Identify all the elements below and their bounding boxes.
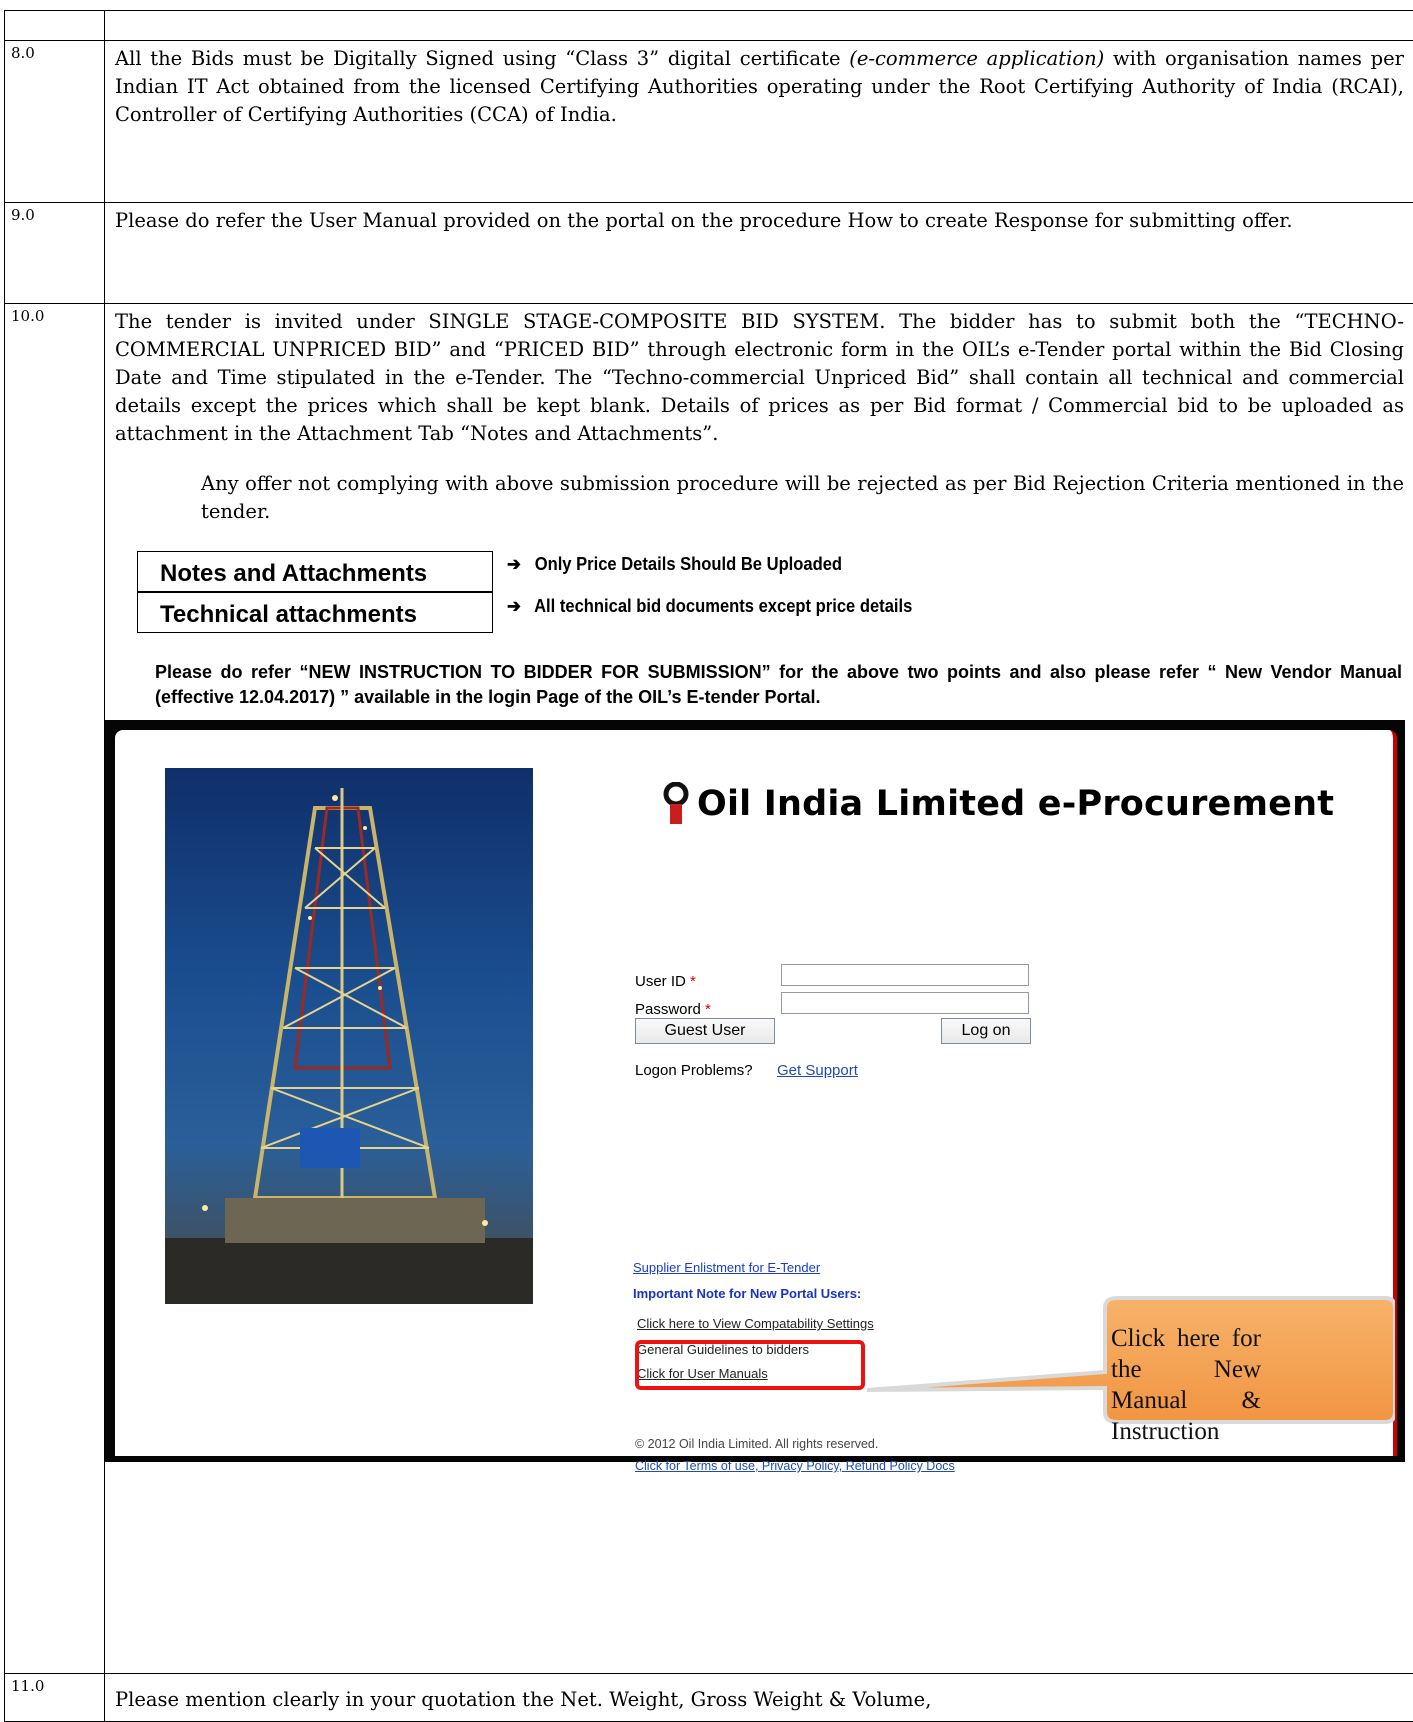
item-text: Please mention clearly in your quotation…	[105, 1674, 1413, 1722]
header-row	[5, 11, 1413, 41]
oil-drop-logo-icon	[663, 782, 689, 826]
paragraph-rejection: Any offer not complying with above submi…	[115, 470, 1404, 526]
attachment-tabs-diagram: Notes and Attachments ➔ Only Price Detai…	[137, 548, 1404, 648]
drilling-rig-photo	[165, 768, 533, 1304]
supplier-enlistment-link[interactable]: Supplier Enlistment for E-Tender	[633, 1254, 820, 1282]
new-instruction-note: Please do refer “NEW INSTRUCTION TO BIDD…	[155, 660, 1404, 710]
item-number: 9.0	[5, 203, 105, 304]
price-details-note: ➔ Only Price Details Should Be Uploaded	[507, 550, 842, 578]
item-number: 11.0	[5, 1674, 105, 1722]
terms-policy-link[interactable]: Click for Terms of use, Privacy Policy, …	[635, 1452, 955, 1480]
user-id-input[interactable]	[781, 964, 1029, 986]
item-number: 8.0	[5, 41, 105, 203]
user-id-label: User ID *	[635, 968, 696, 996]
item-row-11: 11.0 Please mention clearly in your quot…	[5, 1674, 1413, 1722]
important-note-heading: Important Note for New Portal Users:	[633, 1280, 861, 1308]
guest-user-button[interactable]: Guest User	[635, 1018, 775, 1044]
document-page: 8.0 All the Bids must be Digitally Signe…	[0, 0, 1413, 1721]
user-manuals-highlight	[635, 1340, 865, 1390]
item-text: The tender is invited under SINGLE STAGE…	[105, 304, 1413, 1674]
item-number: 10.0	[5, 304, 105, 1674]
technical-docs-note: ➔ All technical bid documents except pri…	[507, 592, 912, 620]
instructions-table: 8.0 All the Bids must be Digitally Signe…	[4, 10, 1413, 1722]
portal-login-screenshot: Oil India Limited e-Procurement User ID …	[105, 720, 1405, 1462]
technical-attachments-box: Technical attachments	[137, 592, 493, 633]
logon-problems-text: Logon Problems?	[635, 1057, 753, 1085]
item-row-8: 8.0 All the Bids must be Digitally Signe…	[5, 41, 1413, 203]
item-row-10: 10.0 The tender is invited under SINGLE …	[5, 304, 1413, 1674]
drilling-rig-illustration	[165, 768, 533, 1304]
paragraph-bid-system: The tender is invited under SINGLE STAGE…	[115, 308, 1404, 448]
portal-logo: Oil India Limited e-Procurement	[663, 782, 1334, 826]
portal-login-page: Oil India Limited e-Procurement User ID …	[115, 730, 1397, 1456]
item-row-9: 9.0 Please do refer the User Manual prov…	[5, 203, 1413, 304]
notes-attachments-box: Notes and Attachments	[137, 551, 493, 592]
get-support-link[interactable]: Get Support	[777, 1057, 858, 1085]
item-text: Please do refer the User Manual provided…	[105, 203, 1413, 304]
password-input[interactable]	[781, 992, 1029, 1014]
portal-title: Oil India Limited e-Procurement	[697, 790, 1334, 818]
item-text: All the Bids must be Digitally Signed us…	[105, 41, 1413, 203]
compatibility-settings-link[interactable]: Click here to View Compatability Setting…	[637, 1310, 874, 1338]
callout-text: Click here for the New Manual & Instruct…	[1111, 1323, 1261, 1447]
log-on-button[interactable]: Log on	[941, 1018, 1031, 1044]
